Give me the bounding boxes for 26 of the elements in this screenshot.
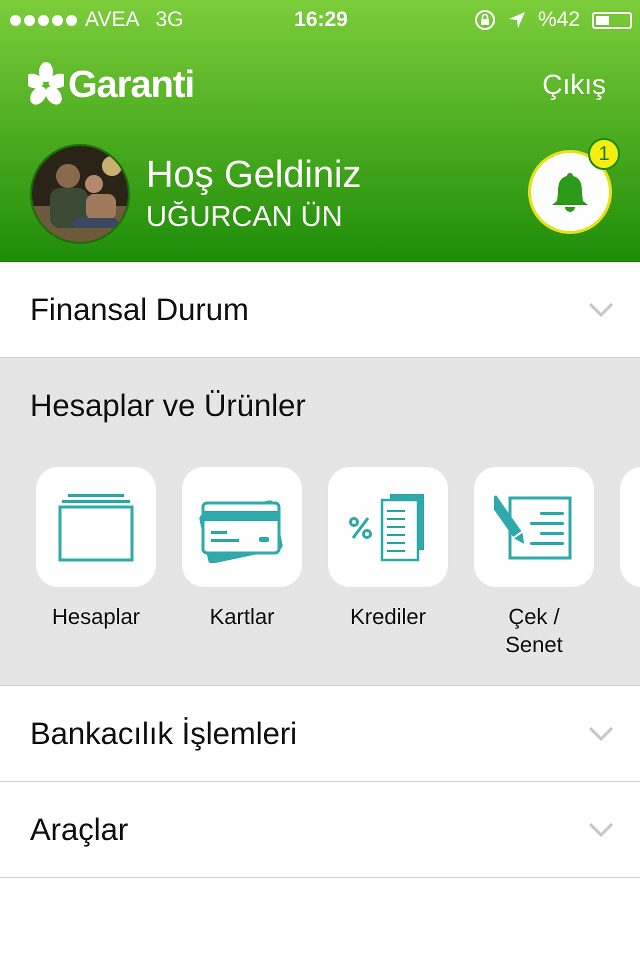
section-title[interactable]: Bankacılık İşlemleri [30, 716, 588, 752]
clock: 16:29 [294, 8, 348, 32]
network-type: 3G [155, 8, 184, 32]
product-tile[interactable] [182, 467, 302, 587]
notification-count: 1 [588, 138, 620, 170]
section-title[interactable]: Hesaplar ve Ürünler [30, 388, 614, 424]
signal-icon [10, 14, 77, 26]
bell-icon [550, 171, 590, 213]
product-tile[interactable] [328, 467, 448, 587]
product-label: Çek / Senet [505, 603, 563, 659]
product-label: Hesaplar [52, 603, 140, 631]
product-tile[interactable] [474, 467, 594, 587]
battery-percent: %42 [538, 8, 580, 32]
battery-icon [592, 12, 632, 28]
product-label: Kartlar [210, 603, 274, 631]
brand-name: Garanti [68, 64, 194, 106]
folders-icon [56, 492, 136, 562]
location-arrow-icon [508, 11, 526, 29]
rotation-lock-icon [474, 9, 496, 31]
section-title[interactable]: Finansal Durum [30, 292, 588, 328]
product-tile[interactable] [36, 467, 156, 587]
product-label: Krediler [350, 603, 426, 631]
welcome-title: Hoş Geldiniz [146, 154, 362, 197]
carrier: AVEA [85, 8, 140, 32]
section-title[interactable]: Araçlar [30, 812, 588, 848]
user-name: UĞURCAN ÜN [146, 201, 344, 234]
